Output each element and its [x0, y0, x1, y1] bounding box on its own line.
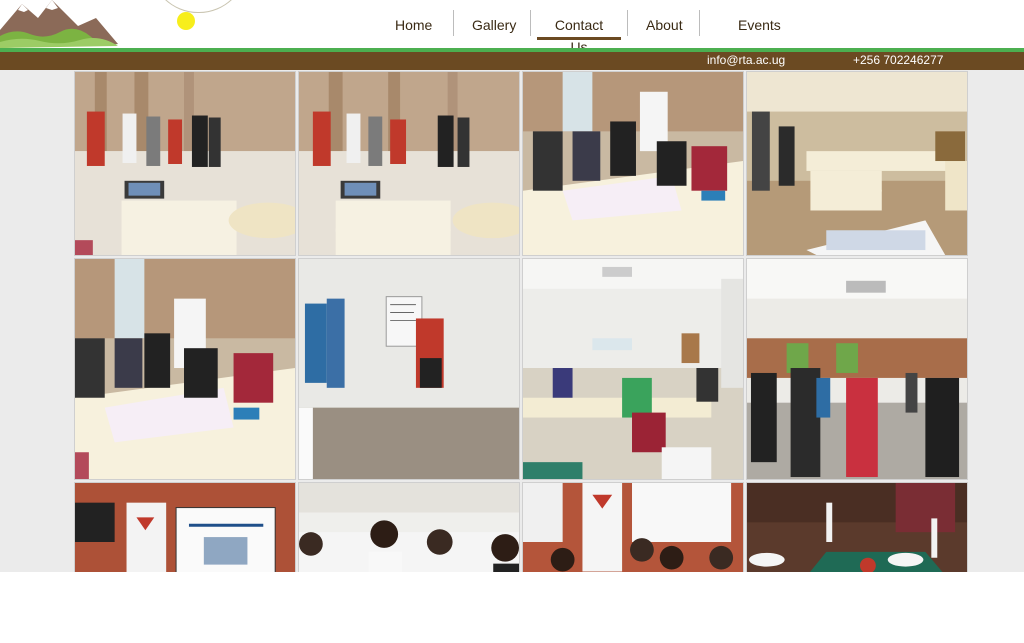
logo[interactable]	[0, 0, 247, 48]
photo-gallery	[74, 71, 968, 572]
gallery-photo[interactable]	[522, 258, 744, 480]
nav-contact-us[interactable]: Contact Us	[537, 14, 621, 55]
workshop-photo	[299, 72, 519, 255]
nav-divider	[627, 10, 628, 36]
gallery-photo[interactable]	[74, 71, 296, 256]
gallery-photo[interactable]	[74, 482, 296, 572]
smiling-group-photo	[299, 483, 519, 572]
gallery-photo[interactable]	[746, 258, 968, 480]
contact-email[interactable]: info@rta.ac.ug	[707, 52, 785, 69]
gallery-photo[interactable]	[746, 71, 968, 256]
workshop-photo	[523, 72, 743, 255]
gallery-photo[interactable]	[522, 71, 744, 256]
gallery-photo[interactable]	[298, 482, 520, 572]
nav-home[interactable]: Home	[395, 14, 432, 36]
gallery-photo[interactable]	[298, 71, 520, 256]
mountain-logo-icon	[0, 0, 118, 48]
training-hall-photo	[523, 259, 743, 479]
dinner-table-photo	[747, 483, 967, 572]
conference-photo	[747, 72, 967, 255]
sun-icon	[177, 12, 195, 30]
gallery-photo[interactable]	[298, 258, 520, 480]
standing-group-photo	[747, 259, 967, 479]
gallery-photo[interactable]	[74, 258, 296, 480]
nav-divider	[530, 10, 531, 36]
gallery-photo[interactable]	[522, 482, 744, 572]
nav-divider	[699, 10, 700, 36]
presenter-photo	[299, 259, 519, 479]
gallery-photo[interactable]	[746, 482, 968, 572]
nav-about[interactable]: About	[646, 14, 683, 36]
banner-group-photo	[523, 483, 743, 572]
workshop-photo	[75, 72, 295, 255]
nav-events[interactable]: Events	[738, 14, 781, 36]
projector-photo	[75, 483, 295, 572]
logo-arc	[150, 0, 247, 13]
workshop-photo	[75, 259, 295, 479]
nav-gallery[interactable]: Gallery	[472, 14, 516, 36]
nav-divider	[453, 10, 454, 36]
contact-phone[interactable]: +256 702246277	[853, 52, 943, 69]
site-header: Home Gallery Contact Us About Events	[0, 0, 1024, 55]
contact-bar: info@rta.ac.ug +256 702246277	[0, 52, 1024, 70]
